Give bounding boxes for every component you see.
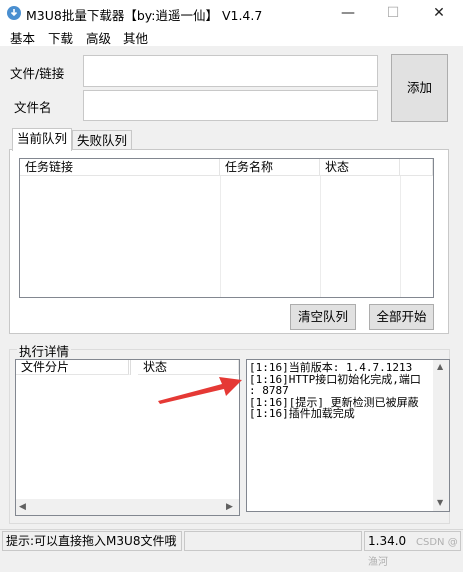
file-link-label: 文件/链接 [10, 66, 65, 81]
clear-queue-button[interactable]: 清空队列 [290, 304, 356, 330]
maximize-button[interactable]: ☐ [370, 0, 416, 26]
log-line: [1:16]当前版本: 1.4.7.1213 [249, 361, 413, 374]
column-task-name[interactable]: 任务名称 [220, 159, 320, 176]
status-version-cell: 1.34.0 CSDN @渔河 [364, 531, 461, 568]
queue-list[interactable]: 任务链接 任务名称 状态 [19, 158, 434, 298]
tab-current-queue[interactable]: 当前队列 [12, 128, 72, 151]
menu-advanced[interactable]: 高级 [86, 28, 111, 47]
menu-download[interactable]: 下载 [48, 28, 73, 47]
status-hint: 提示:可以直接拖入M3U8文件哦 [2, 531, 182, 551]
window-title: M3U8批量下载器【by:逍遥一仙】 V1.4.7 [26, 8, 263, 23]
scroll-down-arrow-icon[interactable]: ▼ [437, 498, 443, 507]
file-name-input[interactable] [83, 90, 378, 121]
file-link-input[interactable] [83, 55, 378, 87]
close-button[interactable]: ✕ [416, 0, 462, 26]
scroll-up-arrow-icon[interactable]: ▲ [437, 362, 443, 371]
scroll-left-arrow-icon[interactable]: ◀ [19, 502, 26, 512]
app-download-icon [7, 6, 21, 20]
minimize-button[interactable]: — [325, 0, 371, 26]
column-status[interactable]: 状态 [320, 159, 400, 176]
status-empty [184, 531, 362, 551]
column-file-segment[interactable]: 文件分片 [16, 360, 131, 375]
column-spacer [400, 159, 433, 176]
title-bar: M3U8批量下载器【by:逍遥一仙】 V1.4.7 — ☐ ✕ [0, 0, 463, 26]
log-line: : 8787 [249, 384, 289, 397]
tab-failed-queue[interactable]: 失败队列 [72, 130, 132, 150]
menu-basic[interactable]: 基本 [10, 28, 35, 47]
details-group-title: 执行详情 [17, 341, 72, 360]
menu-other[interactable]: 其他 [123, 28, 148, 47]
log-output[interactable]: [1:16]当前版本: 1.4.7.1213 [1:16]HTTP接口初始化完成… [246, 359, 450, 512]
add-button[interactable]: 添加 [391, 54, 448, 122]
column-divider [320, 176, 321, 297]
column-task-link[interactable]: 任务链接 [20, 159, 220, 176]
red-arrow-icon [158, 377, 242, 404]
scroll-right-arrow-icon[interactable]: ▶ [226, 502, 233, 512]
status-bar: 提示:可以直接拖入M3U8文件哦 1.34.0 CSDN @渔河 [0, 529, 463, 568]
log-vertical-scrollbar[interactable]: ▲ ▼ [433, 360, 449, 511]
menu-bar: 基本 下载 高级 其他 [0, 26, 463, 46]
log-line: [1:16]插件加载完成 [249, 407, 355, 420]
status-version: 1.34.0 [368, 534, 407, 548]
horizontal-scrollbar[interactable]: ◀ ▶ [16, 499, 239, 515]
file-name-label: 文件名 [14, 100, 52, 115]
column-divider [220, 176, 221, 297]
start-all-button[interactable]: 全部开始 [369, 304, 434, 330]
column-divider [400, 176, 401, 297]
